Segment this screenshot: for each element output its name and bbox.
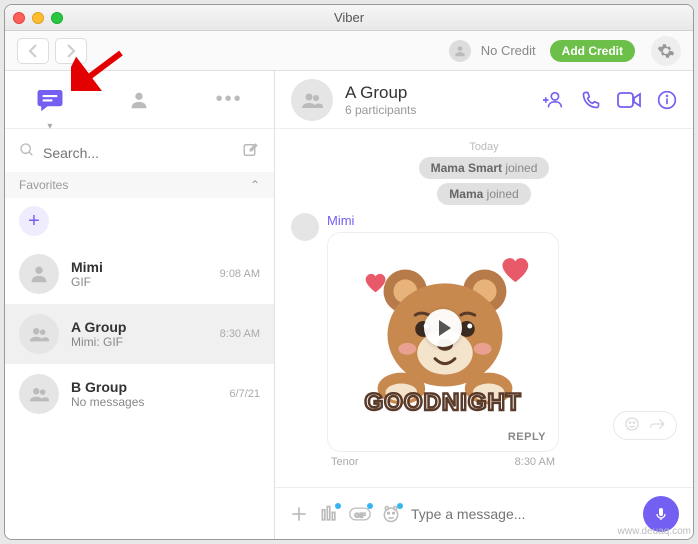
tab-more[interactable]: •••	[211, 82, 247, 118]
messages-area: Today Mama Smart joined Mama joined Mimi	[275, 129, 693, 487]
sidebar-tabs: ▾ •••	[5, 71, 274, 129]
chat-preview: GIF	[71, 275, 208, 289]
chat-panel: A Group 6 participants	[275, 71, 693, 539]
nav-forward-button[interactable]	[55, 38, 87, 64]
chat-preview: Mimi: GIF	[71, 335, 208, 349]
credit-label: No Credit	[481, 43, 536, 58]
message-time: 8:30 AM	[515, 456, 555, 468]
play-icon[interactable]	[424, 309, 462, 347]
video-call-button[interactable]	[617, 90, 641, 110]
window-title: Viber	[5, 10, 693, 25]
chevron-up-icon: ⌃	[250, 178, 260, 192]
message-input[interactable]	[411, 506, 633, 522]
toolbar: No Credit Add Credit	[5, 31, 693, 71]
gif-message[interactable]: GOODNIGHT REPLY	[327, 232, 559, 452]
favorites-header[interactable]: Favorites ⌃	[5, 172, 274, 198]
gif-button[interactable]: GIF	[349, 504, 371, 524]
system-message: Mama Smart joined	[419, 157, 550, 179]
gif-source: Tenor	[331, 456, 359, 468]
person-avatar-icon	[19, 254, 59, 294]
svg-text:GIF: GIF	[354, 512, 365, 519]
settings-button[interactable]	[651, 36, 681, 66]
voice-call-button[interactable]	[581, 90, 601, 110]
chat-header: A Group 6 participants	[275, 71, 693, 129]
like-icon[interactable]	[624, 416, 640, 435]
chevron-down-icon: ▾	[47, 121, 52, 132]
titlebar: Viber	[5, 5, 693, 31]
chat-time: 8:30 AM	[220, 328, 260, 340]
sender-avatar-icon	[291, 213, 319, 241]
group-avatar-icon	[291, 79, 333, 121]
info-button[interactable]	[657, 90, 677, 110]
day-separator: Today	[291, 141, 677, 153]
search-icon	[19, 142, 35, 163]
add-favorite-button[interactable]: +	[19, 206, 49, 236]
tab-chats[interactable]: ▾	[32, 82, 68, 118]
chat-list: Mimi GIF 9:08 AM A Group Mimi: GIF 8:30 …	[5, 244, 274, 539]
favorites-label: Favorites	[19, 178, 68, 192]
chat-preview: No messages	[71, 395, 217, 409]
participants-label: 6 participants	[345, 103, 531, 117]
user-avatar-icon	[449, 40, 471, 62]
add-participant-button[interactable]	[543, 89, 565, 111]
chat-name: A Group	[71, 319, 208, 335]
tab-contacts[interactable]	[121, 82, 157, 118]
system-message: Mama joined	[437, 183, 530, 205]
attach-button[interactable]	[289, 504, 309, 524]
message-row: Mimi	[291, 213, 677, 468]
gif-caption: GOODNIGHT	[328, 389, 558, 417]
chat-time: 9:08 AM	[220, 268, 260, 280]
message-reactions[interactable]	[613, 411, 677, 440]
chat-name: B Group	[71, 379, 217, 395]
window-minimize-button[interactable]	[32, 12, 44, 24]
reply-button[interactable]: REPLY	[328, 423, 558, 451]
group-avatar-icon	[19, 314, 59, 354]
sidebar: ▾ ••• Favorites ⌃ +	[5, 71, 275, 539]
group-avatar-icon	[19, 374, 59, 414]
window-close-button[interactable]	[13, 12, 25, 24]
chat-title: A Group	[345, 83, 531, 103]
sender-name: Mimi	[327, 213, 605, 228]
emoji-button[interactable]	[381, 504, 401, 524]
chat-item-b-group[interactable]: B Group No messages 6/7/21	[5, 364, 274, 424]
watermark: www.deuaq.com	[618, 526, 691, 537]
stickers-button[interactable]	[319, 504, 339, 524]
forward-icon[interactable]	[650, 416, 666, 435]
chat-time: 6/7/21	[229, 388, 260, 400]
search-input[interactable]	[43, 145, 234, 161]
chat-item-a-group[interactable]: A Group Mimi: GIF 8:30 AM	[5, 304, 274, 364]
chat-item-mimi[interactable]: Mimi GIF 9:08 AM	[5, 244, 274, 304]
add-credit-button[interactable]: Add Credit	[550, 40, 635, 62]
compose-button[interactable]	[242, 141, 260, 164]
chat-name: Mimi	[71, 259, 208, 275]
nav-back-button[interactable]	[17, 38, 49, 64]
window-maximize-button[interactable]	[51, 12, 63, 24]
